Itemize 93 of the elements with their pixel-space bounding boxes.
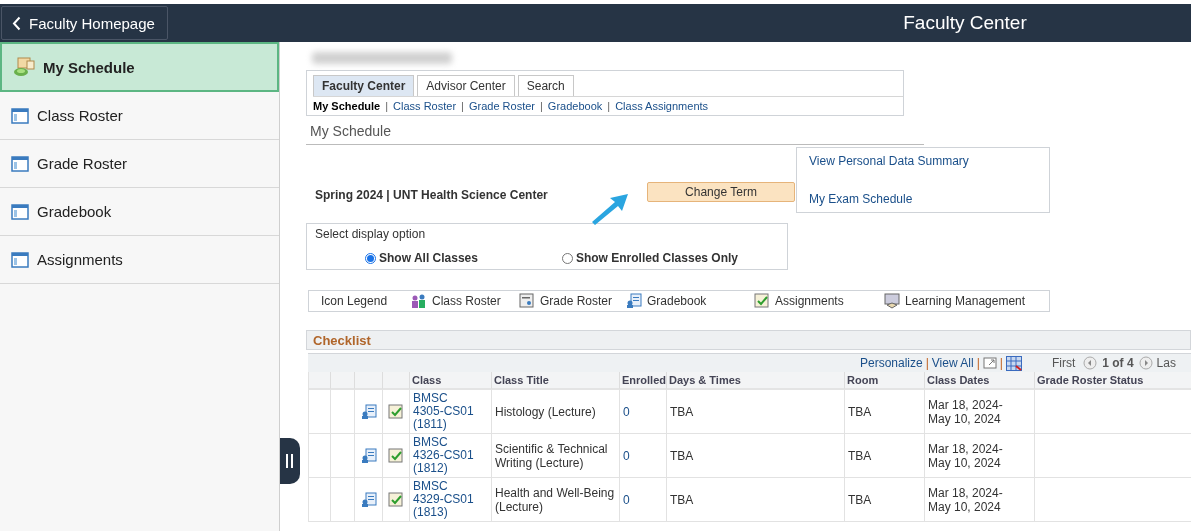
sidebar-item[interactable]: Assignments xyxy=(0,236,279,284)
collapse-handle[interactable] xyxy=(280,438,300,484)
tab[interactable]: Faculty Center xyxy=(313,75,415,96)
enrolled-link[interactable]: 0 xyxy=(623,448,630,463)
list-person-icon xyxy=(360,491,377,508)
radio-button[interactable] xyxy=(561,252,573,264)
checked-document-icon xyxy=(388,447,404,464)
table-cell: TBA xyxy=(670,448,694,463)
last-label[interactable]: Las xyxy=(1156,356,1176,370)
page-title: My Schedule xyxy=(306,116,924,145)
monitor-book-icon xyxy=(884,293,900,309)
separator: | xyxy=(385,100,389,112)
pointer-arrow xyxy=(590,192,630,226)
term-label: Spring 2024 | UNT Health Science Center xyxy=(315,188,548,202)
previous-icon[interactable] xyxy=(1083,356,1098,370)
subnav-link[interactable]: Gradebook xyxy=(547,100,603,112)
legend-item-label: Class Roster xyxy=(432,294,501,308)
first-label[interactable]: First xyxy=(1051,356,1076,370)
personalize-link[interactable]: Personalize xyxy=(860,356,923,370)
table-cell: TBA xyxy=(670,404,694,419)
legend-item-label: Grade Roster xyxy=(540,294,613,308)
radio-option[interactable]: Show Enrolled Classes Only xyxy=(561,251,738,265)
sidebar-item[interactable]: Gradebook xyxy=(0,188,279,236)
column-header: Enrolled xyxy=(620,372,667,390)
column-header: Class xyxy=(410,372,492,390)
chevron-left-icon xyxy=(12,15,21,31)
column-header: Room xyxy=(845,372,925,390)
back-button[interactable]: Faculty Homepage xyxy=(1,6,168,40)
subnav-link[interactable]: Class Assignments xyxy=(615,100,709,112)
enrolled-link[interactable]: 0 xyxy=(623,404,630,419)
enrolled-link[interactable]: 0 xyxy=(623,492,630,507)
document-person-icon xyxy=(519,293,535,309)
tab[interactable]: Advisor Center xyxy=(417,75,515,96)
sidebar-item[interactable]: Grade Roster xyxy=(0,140,279,188)
table-cell: TBA xyxy=(670,492,694,507)
table-cell: Histology (Lecture) xyxy=(495,404,596,419)
checklist-header: Checklist xyxy=(306,330,1191,350)
table-cell: TBA xyxy=(848,448,872,463)
subnav-link[interactable]: My Schedule xyxy=(313,100,381,112)
separator: | xyxy=(607,100,611,112)
table-cell: TBA xyxy=(848,492,872,507)
radio-option[interactable]: Show All Classes xyxy=(365,251,478,265)
separator: | xyxy=(925,356,929,370)
column-header: Class Dates xyxy=(925,372,1035,390)
checked-document-icon xyxy=(388,491,404,508)
subnav-link[interactable]: Class Roster xyxy=(393,100,457,112)
separator: | xyxy=(999,356,1003,370)
column-header: Grade Roster Status xyxy=(1035,372,1191,390)
column-header: Class Title xyxy=(492,372,620,390)
class-link[interactable]: BMSC 4305-CS01 (1811) xyxy=(413,392,479,431)
list-person-icon xyxy=(626,293,642,309)
table-cell: Health and Well-Being (Lecture) xyxy=(495,485,616,514)
table-cell: TBA xyxy=(848,404,872,419)
page-icon xyxy=(11,154,29,173)
subnav-link[interactable]: Grade Roster xyxy=(468,100,535,112)
class-link[interactable]: BMSC 4326-CS01 (1812) xyxy=(413,436,479,475)
calendar-money-icon xyxy=(13,57,35,77)
page-range: 1 of 4 xyxy=(1102,356,1134,370)
page-icon xyxy=(11,250,29,269)
link[interactable]: View Personal Data Summary xyxy=(809,154,1049,168)
change-term-button[interactable]: Change Term xyxy=(647,182,795,202)
separator: | xyxy=(539,100,543,112)
sidebar-item[interactable]: Class Roster xyxy=(0,92,279,140)
separator: | xyxy=(461,100,464,112)
tab[interactable]: Search xyxy=(517,75,574,96)
class-link[interactable]: BMSC 4329-CS01 (1813) xyxy=(413,480,479,519)
table-cell-text: Scientific & Technical Writing (Lecture) xyxy=(495,441,609,470)
spreadsheet-icon[interactable] xyxy=(1005,355,1022,371)
page-icon xyxy=(11,106,29,125)
people-icon xyxy=(411,293,427,309)
list-person-icon xyxy=(360,447,377,464)
display-option-label: Select display option xyxy=(315,227,427,241)
popout-icon[interactable] xyxy=(982,357,997,369)
checked-document-icon xyxy=(754,293,770,309)
table-cell-text: Mar 18, 2024- May 10, 2024 xyxy=(928,485,1004,514)
radio-button[interactable] xyxy=(365,252,376,264)
view-all-link[interactable]: View All xyxy=(931,356,974,370)
table-cell-text: Mar 18, 2024- May 10, 2024 xyxy=(928,441,1004,470)
list-person-icon xyxy=(360,403,377,420)
pause-bars-icon xyxy=(286,454,294,468)
table-cell-text: Mar 18, 2024- May 10, 2024 xyxy=(928,397,1004,426)
separator: | xyxy=(976,356,980,370)
checked-document-icon xyxy=(388,403,404,420)
link[interactable]: My Exam Schedule xyxy=(809,192,1049,206)
column-header: Days & Times xyxy=(667,372,845,390)
legend-label: Icon Legend xyxy=(321,294,389,308)
page-icon xyxy=(11,202,29,221)
page-header-title: Faculty Center xyxy=(902,12,1028,34)
next-icon[interactable] xyxy=(1138,356,1153,370)
sidebar-item[interactable]: My Schedule xyxy=(0,42,279,92)
legend-item-label: Gradebook xyxy=(647,294,707,308)
legend-item-label: Learning Management xyxy=(905,294,1026,308)
legend-item-label: Assignments xyxy=(775,294,844,308)
